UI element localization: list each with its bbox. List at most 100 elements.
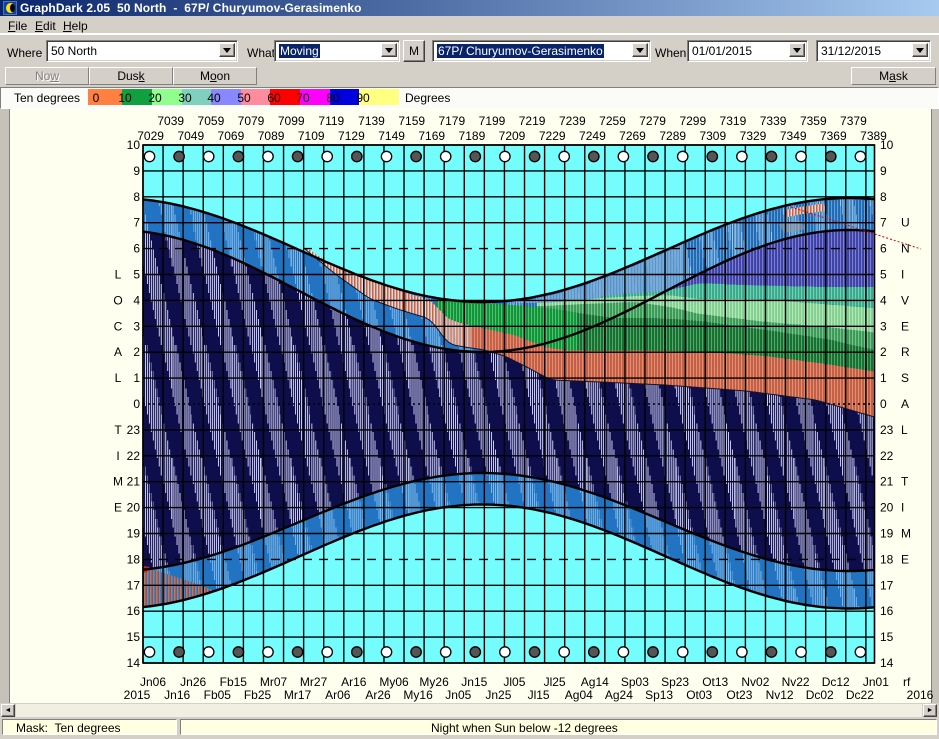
svg-text:7249: 7249 <box>579 129 606 143</box>
svg-text:My26: My26 <box>419 675 449 689</box>
svg-text:7369: 7369 <box>820 129 847 143</box>
svg-text:7269: 7269 <box>619 129 646 143</box>
svg-text:7339: 7339 <box>760 114 787 128</box>
svg-text:2: 2 <box>133 345 140 359</box>
svg-text:Ag04: Ag04 <box>565 688 593 702</box>
svg-text:R: R <box>901 345 910 359</box>
svg-text:Fb05: Fb05 <box>204 688 232 702</box>
svg-text:15: 15 <box>127 630 141 644</box>
svg-text:4: 4 <box>133 293 140 307</box>
svg-text:18: 18 <box>127 552 141 566</box>
svg-text:Jn15: Jn15 <box>461 675 487 689</box>
svg-text:7119: 7119 <box>318 114 344 128</box>
svg-text:I: I <box>116 449 119 463</box>
svg-text:7079: 7079 <box>238 114 265 128</box>
svg-text:5: 5 <box>880 268 887 282</box>
svg-text:7099: 7099 <box>278 114 305 128</box>
svg-text:I: I <box>901 268 904 282</box>
svg-text:7029: 7029 <box>137 129 164 143</box>
svg-text:6: 6 <box>133 242 140 256</box>
svg-text:7389: 7389 <box>860 129 887 143</box>
svg-text:Jl25: Jl25 <box>544 675 566 689</box>
svg-text:23: 23 <box>127 423 141 437</box>
svg-text:7299: 7299 <box>679 114 706 128</box>
svg-text:Jn01: Jn01 <box>863 675 889 689</box>
svg-text:20: 20 <box>880 501 894 515</box>
svg-text:L: L <box>901 423 908 437</box>
svg-text:16: 16 <box>880 604 894 618</box>
svg-text:L: L <box>115 268 122 282</box>
svg-text:7209: 7209 <box>499 129 526 143</box>
svg-text:7049: 7049 <box>177 129 204 143</box>
svg-text:7069: 7069 <box>218 129 245 143</box>
svg-text:My16: My16 <box>403 688 433 702</box>
svg-text:V: V <box>901 293 909 307</box>
svg-text:Mr07: Mr07 <box>260 675 288 689</box>
svg-text:17: 17 <box>127 578 141 592</box>
svg-text:7109: 7109 <box>298 129 325 143</box>
svg-text:Sp13: Sp13 <box>645 688 673 702</box>
svg-text:7259: 7259 <box>599 114 626 128</box>
svg-text:M: M <box>113 475 123 489</box>
svg-text:Nv12: Nv12 <box>766 688 794 702</box>
svg-text:7329: 7329 <box>740 129 767 143</box>
svg-text:I: I <box>901 501 904 515</box>
svg-text:7219: 7219 <box>519 114 546 128</box>
svg-text:rf: rf <box>903 675 911 689</box>
svg-text:9: 9 <box>133 164 140 178</box>
svg-text:Ar06: Ar06 <box>325 688 351 702</box>
svg-text:Nv22: Nv22 <box>782 675 810 689</box>
svg-text:A: A <box>114 345 122 359</box>
svg-text:3: 3 <box>880 319 887 333</box>
svg-text:E: E <box>901 319 909 333</box>
svg-text:7359: 7359 <box>800 114 827 128</box>
svg-text:Mr27: Mr27 <box>300 675 328 689</box>
svg-text:7179: 7179 <box>438 114 465 128</box>
svg-text:0: 0 <box>880 397 887 411</box>
svg-text:Ag14: Ag14 <box>581 675 609 689</box>
svg-text:Sp03: Sp03 <box>621 675 649 689</box>
svg-text:Fb15: Fb15 <box>220 675 248 689</box>
svg-text:Dc02: Dc02 <box>806 688 834 702</box>
svg-text:7349: 7349 <box>780 129 807 143</box>
svg-text:14: 14 <box>880 656 894 670</box>
svg-text:Jn05: Jn05 <box>445 688 471 702</box>
svg-text:Jl15: Jl15 <box>528 688 550 702</box>
svg-text:19: 19 <box>880 527 894 541</box>
svg-text:7169: 7169 <box>418 129 445 143</box>
svg-text:7199: 7199 <box>479 114 506 128</box>
svg-text:20: 20 <box>127 501 141 515</box>
svg-text:Ot23: Ot23 <box>726 688 752 702</box>
svg-text:N: N <box>901 242 910 256</box>
svg-text:3: 3 <box>133 319 140 333</box>
svg-text:Ar26: Ar26 <box>365 688 391 702</box>
svg-text:7239: 7239 <box>559 114 586 128</box>
svg-text:7309: 7309 <box>699 129 726 143</box>
svg-text:8: 8 <box>880 190 887 204</box>
svg-text:Ot03: Ot03 <box>686 688 712 702</box>
svg-text:Ar16: Ar16 <box>341 675 367 689</box>
svg-text:Ot13: Ot13 <box>702 675 728 689</box>
svg-text:My06: My06 <box>379 675 409 689</box>
svg-text:7189: 7189 <box>459 129 486 143</box>
svg-text:7289: 7289 <box>659 129 686 143</box>
svg-text:7279: 7279 <box>639 114 666 128</box>
svg-text:2016: 2016 <box>907 688 934 702</box>
svg-text:Jl05: Jl05 <box>503 675 525 689</box>
svg-text:7059: 7059 <box>198 114 225 128</box>
svg-text:7129: 7129 <box>338 129 365 143</box>
svg-text:4: 4 <box>880 293 887 307</box>
svg-text:21: 21 <box>127 475 141 489</box>
svg-text:T: T <box>114 423 122 437</box>
svg-text:Fb25: Fb25 <box>244 688 272 702</box>
svg-text:Jn26: Jn26 <box>180 675 206 689</box>
svg-text:T: T <box>901 475 909 489</box>
svg-text:21: 21 <box>880 475 894 489</box>
svg-text:Sp23: Sp23 <box>661 675 689 689</box>
svg-text:15: 15 <box>880 630 894 644</box>
svg-text:8: 8 <box>133 190 140 204</box>
svg-text:Nv02: Nv02 <box>741 675 769 689</box>
svg-text:7319: 7319 <box>720 114 747 128</box>
svg-text:7139: 7139 <box>358 114 385 128</box>
svg-text:7159: 7159 <box>398 114 425 128</box>
